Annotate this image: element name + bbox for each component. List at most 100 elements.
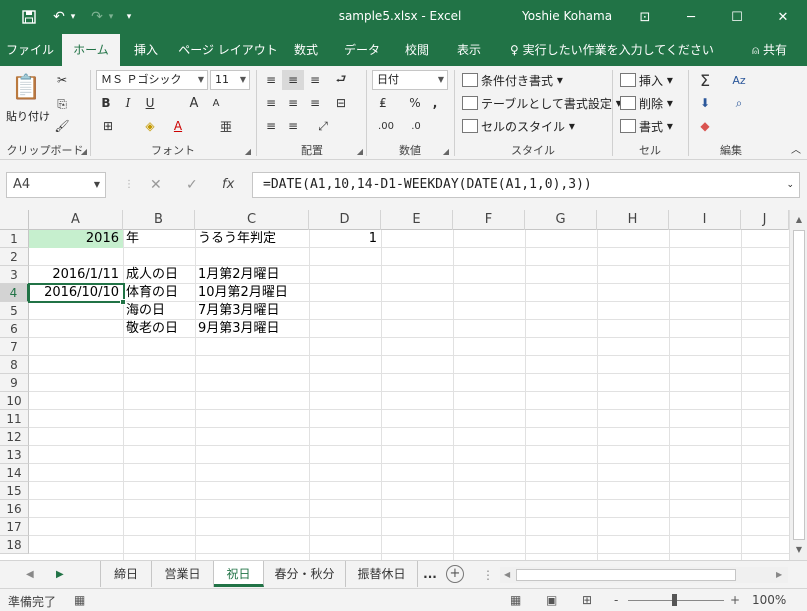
row-header[interactable]: 15 <box>0 482 29 500</box>
row-header[interactable]: 14 <box>0 464 29 482</box>
font-color-button[interactable]: A <box>168 116 188 136</box>
macro-recording-icon[interactable]: ▦ <box>74 592 85 608</box>
align-bottom-icon[interactable]: ≡ <box>304 70 326 90</box>
tab-home[interactable]: ホーム <box>62 34 120 66</box>
cell-styles-button[interactable]: セルのスタイル ▾ <box>462 116 575 136</box>
tab-view[interactable]: 表示 <box>448 34 490 66</box>
increase-decimal-button[interactable]: .00 <box>372 116 400 136</box>
orientation-icon[interactable]: ⤢ <box>312 116 334 136</box>
row-header[interactable]: 16 <box>0 500 29 518</box>
dialog-launcher-icon[interactable]: ◢ <box>245 147 251 156</box>
align-right-icon[interactable]: ≡ <box>304 93 326 113</box>
undo-dropdown-icon[interactable]: ▾ <box>68 0 78 34</box>
row-header[interactable]: 1 <box>0 230 29 248</box>
cell-c3[interactable]: 1月第2月曜日 <box>195 266 309 284</box>
column-header[interactable]: G <box>525 210 597 230</box>
tell-me-search[interactable]: ♀ 実行したい作業を入力してください <box>510 34 714 66</box>
column-header[interactable]: F <box>453 210 525 230</box>
comma-button[interactable]: , <box>426 93 444 113</box>
number-format-select[interactable]: 日付 ▼ <box>372 70 448 90</box>
dialog-launcher-icon[interactable]: ◢ <box>357 147 363 156</box>
prev-sheet-icon[interactable]: ◀ <box>26 561 34 589</box>
vertical-scrollbar[interactable]: ▲ ▼ <box>789 210 807 560</box>
horizontal-scroll-thumb[interactable] <box>516 569 736 581</box>
tab-splitter-icon[interactable]: ⋮ <box>482 561 494 589</box>
cell-c6[interactable]: 9月第3月曜日 <box>195 320 309 338</box>
sheet-tab[interactable]: 営業日 <box>152 561 214 587</box>
clear-icon[interactable]: ◆ <box>694 116 716 136</box>
row-header[interactable]: 6 <box>0 320 29 338</box>
cell-d1[interactable]: 1 <box>309 230 381 248</box>
increase-indent-icon[interactable]: ≡ <box>282 116 304 136</box>
cell-b6[interactable]: 敬老の日 <box>123 320 195 338</box>
row-header[interactable]: 4 <box>0 284 29 302</box>
shrink-font-button[interactable]: A <box>206 93 226 113</box>
share-button[interactable]: ⍝ 共有 <box>752 34 787 66</box>
sheet-tab[interactable]: 締日 <box>100 561 152 587</box>
sheet-tab[interactable]: 振替休日 <box>346 561 418 587</box>
scroll-down-icon[interactable]: ▼ <box>790 542 807 558</box>
row-header[interactable]: 17 <box>0 518 29 536</box>
next-sheet-icon[interactable]: ▶ <box>56 561 64 589</box>
align-middle-icon[interactable]: ≡ <box>282 70 304 90</box>
tab-data[interactable]: データ <box>338 34 386 66</box>
row-header[interactable]: 8 <box>0 356 29 374</box>
column-header[interactable]: I <box>669 210 741 230</box>
row-header[interactable]: 7 <box>0 338 29 356</box>
phonetic-button[interactable]: 亜 <box>216 116 236 136</box>
more-sheets-button[interactable]: ... <box>418 561 442 587</box>
percent-button[interactable]: % <box>406 93 424 113</box>
select-all-corner[interactable] <box>0 210 29 230</box>
row-header[interactable]: 2 <box>0 248 29 266</box>
paste-icon[interactable]: 📋 <box>8 70 44 104</box>
fill-color-icon[interactable]: ◈ <box>140 116 160 136</box>
zoom-out-button[interactable]: - <box>614 592 618 608</box>
chevron-down-icon[interactable]: ⌄ <box>786 173 794 197</box>
page-layout-view-icon[interactable]: ▣ <box>546 592 557 608</box>
sheet-tab[interactable]: 春分・秋分 <box>264 561 346 587</box>
font-name-select[interactable]: ＭＳ Ｐゴシック ▼ <box>96 70 208 90</box>
column-header[interactable]: B <box>123 210 195 230</box>
decrease-indent-icon[interactable]: ≡ <box>260 116 282 136</box>
row-header[interactable]: 11 <box>0 410 29 428</box>
fill-handle[interactable] <box>120 299 126 305</box>
cell-b4[interactable]: 体育の日 <box>123 284 195 302</box>
align-left-icon[interactable]: ≡ <box>260 93 282 113</box>
collapse-ribbon-icon[interactable]: ︿ <box>788 138 804 158</box>
align-center-icon[interactable]: ≡ <box>282 93 304 113</box>
row-header[interactable]: 18 <box>0 536 29 554</box>
page-break-view-icon[interactable]: ⊞ <box>582 592 592 608</box>
zoom-in-button[interactable]: + <box>730 592 740 608</box>
align-top-icon[interactable]: ≡ <box>260 70 282 90</box>
save-icon[interactable] <box>16 0 42 34</box>
sheet-tab-active[interactable]: 祝日 <box>214 561 264 587</box>
zoom-level[interactable]: 100% <box>752 593 786 607</box>
wrap-text-icon[interactable]: ⮐ <box>330 70 352 90</box>
insert-function-icon[interactable]: fx <box>222 172 234 198</box>
format-cells-button[interactable]: 書式 ▾ <box>620 116 673 136</box>
tab-file[interactable]: ファイル <box>4 34 56 66</box>
cancel-icon[interactable]: ✕ <box>150 172 162 198</box>
ribbon-display-options-icon[interactable]: ⊡ <box>622 0 668 34</box>
underline-button[interactable]: U <box>140 93 160 113</box>
tab-page-layout[interactable]: ページ レイアウト <box>178 34 278 66</box>
grow-font-button[interactable]: A <box>184 93 204 113</box>
dialog-launcher-icon[interactable]: ◢ <box>81 147 87 156</box>
normal-view-icon[interactable]: ▦ <box>510 592 521 608</box>
italic-button[interactable]: I <box>118 93 138 113</box>
vertical-scroll-thumb[interactable] <box>793 230 805 540</box>
column-header[interactable]: C <box>195 210 309 230</box>
cell-b3[interactable]: 成人の日 <box>123 266 195 284</box>
maximize-button[interactable]: ☐ <box>714 0 760 34</box>
worksheet-grid[interactable]: A B C D E F G H I J 1 2 3 4 5 6 7 8 9 10… <box>0 210 807 560</box>
zoom-slider-knob[interactable] <box>672 594 677 606</box>
name-box[interactable]: A4 ▼ <box>6 172 106 198</box>
font-size-select[interactable]: 11 ▼ <box>210 70 250 90</box>
row-header[interactable]: 9 <box>0 374 29 392</box>
format-as-table-button[interactable]: テーブルとして書式設定 ▾ <box>462 93 622 113</box>
add-sheet-icon[interactable]: + <box>446 565 464 583</box>
cell-c5[interactable]: 7月第3月曜日 <box>195 302 309 320</box>
column-header[interactable]: J <box>741 210 789 230</box>
paste-button[interactable]: 貼り付け <box>6 106 50 126</box>
copy-icon[interactable]: ⎘ <box>52 94 72 114</box>
